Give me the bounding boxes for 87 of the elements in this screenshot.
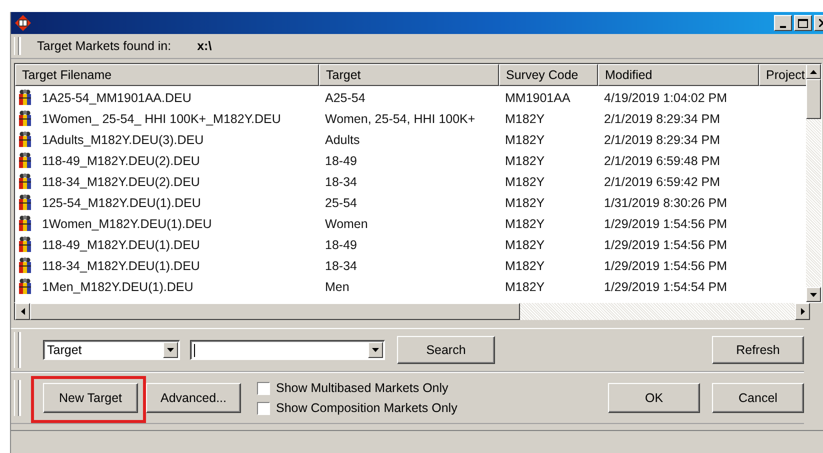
advanced-button[interactable]: Advanced... [146,383,241,413]
people-icon [17,236,33,253]
people-icon [17,194,33,211]
toolbar-grip [14,37,19,55]
checkbox[interactable] [257,382,270,394]
minimize-button[interactable] [774,15,792,31]
table-cell: 1Women_ 25-54_ HHI 100K+_M182Y.DEU [42,112,281,126]
people-icon [17,173,33,190]
column-header[interactable]: Target [319,64,499,86]
people-icon [17,89,33,106]
table-cell: M182Y [505,238,545,252]
table-cell: Men [325,280,350,294]
table-cell: 18-49 [325,154,357,168]
table-cell: M182Y [505,216,545,230]
table-cell: Adults [325,132,360,146]
dropdown-arrow-icon [372,348,379,352]
left-arrow-icon [20,308,24,315]
vertical-scrollbar[interactable] [806,64,821,302]
table-cell: 118-49_M182Y.DEU(2).DEU [42,154,200,168]
table-cell: 125-54_M182Y.DEU(1).DEU [42,196,201,210]
refresh-button[interactable]: Refresh [712,336,804,364]
people-icon [17,131,33,148]
table-cell: M182Y [505,112,545,126]
up-arrow-icon [810,70,817,74]
location-label: Target Markets found in: [37,39,172,53]
table-cell: M182Y [505,132,545,146]
horizontal-scrollbar[interactable] [14,303,810,320]
people-icon [17,110,33,127]
table-cell: 1/29/2019 1:54:54 PM [604,280,728,294]
table-cell: 1/29/2019 1:54:56 PM [604,216,728,230]
right-arrow-icon [800,308,804,315]
table-cell: 1/29/2019 1:54:56 PM [604,258,728,272]
dropdown-arrow-icon [167,348,174,352]
table-cell: Women [325,216,368,230]
table-cell: 18-34 [325,174,357,188]
column-header[interactable]: Project [759,64,806,86]
table-cell: 118-49_M182Y.DEU(1).DEU [42,238,200,252]
table-cell: 2/1/2019 6:59:42 PM [604,174,720,188]
people-icon [17,152,33,169]
search-field[interactable] [190,340,385,360]
table-cell: 2/1/2019 8:29:34 PM [604,132,720,146]
table-cell: 1A25-54_MM1901AA.DEU [42,90,192,104]
maximize-button[interactable] [794,15,812,31]
table-cell: 4/19/2019 1:04:02 PM [604,90,728,104]
table-cell: M182Y [505,258,545,272]
people-icon [17,278,33,295]
table-cell: 1Men_M182Y.DEU(1).DEU [42,280,194,294]
field-dropdown[interactable]: Target [43,340,180,360]
column-header[interactable]: Survey Code [499,64,598,86]
table-cell: MM1901AA [505,90,570,104]
maximize-icon [798,18,808,28]
checkbox[interactable] [257,402,270,414]
table-cell: Women, 25-54, HHI 100K+ [325,112,476,126]
table-cell: 2/1/2019 8:29:34 PM [604,112,720,126]
new-button[interactable]: New Target [43,383,138,413]
scroll-thumb[interactable] [806,79,821,119]
table-cell: 118-34_M182Y.DEU(1).DEU [42,258,200,272]
table-cell: M182Y [505,196,545,210]
scroll-thumb[interactable] [30,303,520,320]
book-icon [14,14,32,32]
table-cell: 1Women_M182Y.DEU(1).DEU [42,216,212,230]
column-header[interactable]: Target Filename [15,64,319,86]
ok-button[interactable]: OK [608,383,700,413]
toolbar-grip[interactable] [14,332,19,368]
table-cell: M182Y [505,280,545,294]
table-cell: 118-34_M182Y.DEU(2).DEU [42,174,200,188]
people-icon [17,215,33,232]
cancel-button[interactable]: Cancel [712,383,804,413]
checkbox-label: Show Composition Markets Only [276,401,458,415]
people-icon [17,257,33,274]
toolbar-grip[interactable] [14,380,19,416]
table-cell: M182Y [505,154,545,168]
search-button[interactable]: Search [397,336,495,364]
minimize-icon [780,26,786,28]
column-header[interactable]: Modified [598,64,759,86]
folder-path: x:\ [197,39,212,53]
table-cell: 1/31/2019 8:30:26 PM [604,196,728,210]
table-cell: 18-49 [325,238,357,252]
checkbox-label: Show Multibased Markets Only [276,381,448,395]
table-cell: 1Adults_M182Y.DEU(3).DEU [42,132,204,146]
table-cell: 1/29/2019 1:54:56 PM [604,238,728,252]
table-cell: 18-34 [325,258,357,272]
table-cell: 2/1/2019 6:59:48 PM [604,154,720,168]
table-cell: 25-54 [325,196,357,210]
table-cell: M182Y [505,174,545,188]
down-arrow-icon [810,292,817,296]
table-cell: A25-54 [325,90,366,104]
